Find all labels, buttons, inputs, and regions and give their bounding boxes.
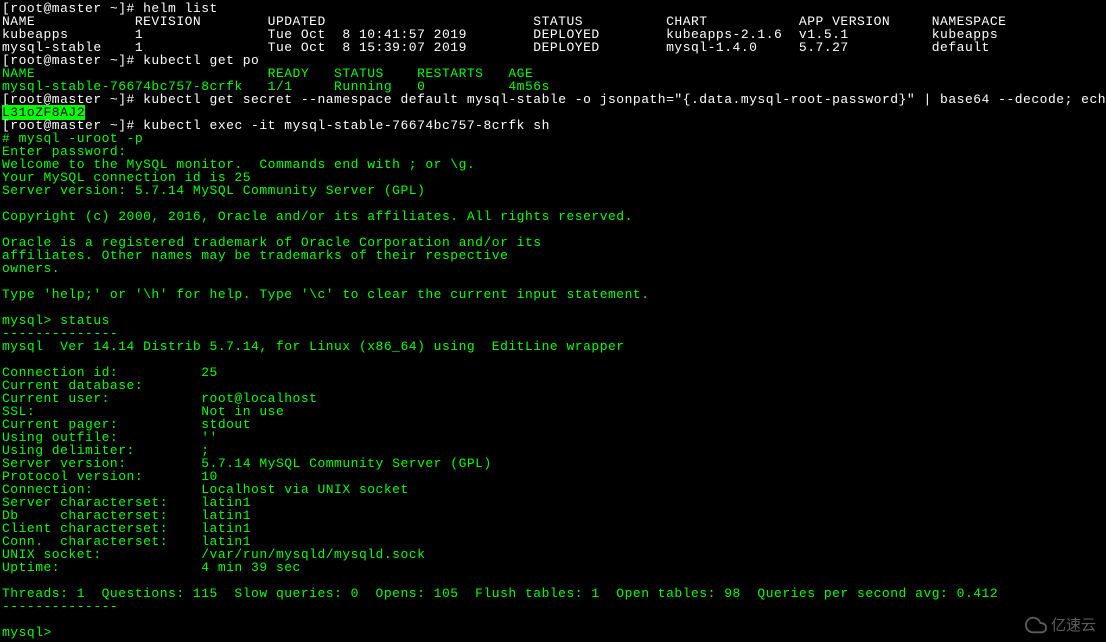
output-line: owners. (2, 262, 1104, 275)
watermark: 亿速云 (1025, 614, 1096, 636)
cloud-icon (1025, 614, 1047, 636)
output-line: mysql Ver 14.14 Distrib 5.7.14, for Linu… (2, 340, 1104, 353)
output-line: Uptime: 4 min 39 sec (2, 561, 1104, 574)
shell-command: kubectl get secret --namespace default m… (143, 92, 1106, 107)
output-line: mysql> status (2, 314, 1104, 327)
output-line: mysql> (2, 626, 1104, 639)
output-line: Type 'help;' or '\h' for help. Type '\c'… (2, 288, 1104, 301)
output-line: # mysql -uroot -p (2, 132, 1104, 145)
shell-command: kubectl exec -it mysql-stable-76674bc757… (143, 118, 550, 133)
blank-line (2, 613, 1104, 626)
watermark-text: 亿速云 (1051, 618, 1096, 633)
output-line: Server version: 5.7.14 MySQL Community S… (2, 184, 1104, 197)
output-line: Copyright (c) 2000, 2016, Oracle and/or … (2, 210, 1104, 223)
terminal-output[interactable]: [root@master ~]# helm listNAME REVISION … (2, 2, 1104, 639)
output-line: affiliates. Other names may be trademark… (2, 249, 1104, 262)
output-line: Threads: 1 Questions: 115 Slow queries: … (2, 587, 1104, 600)
blank-line (2, 301, 1104, 314)
output-line: -------------- (2, 600, 1104, 613)
